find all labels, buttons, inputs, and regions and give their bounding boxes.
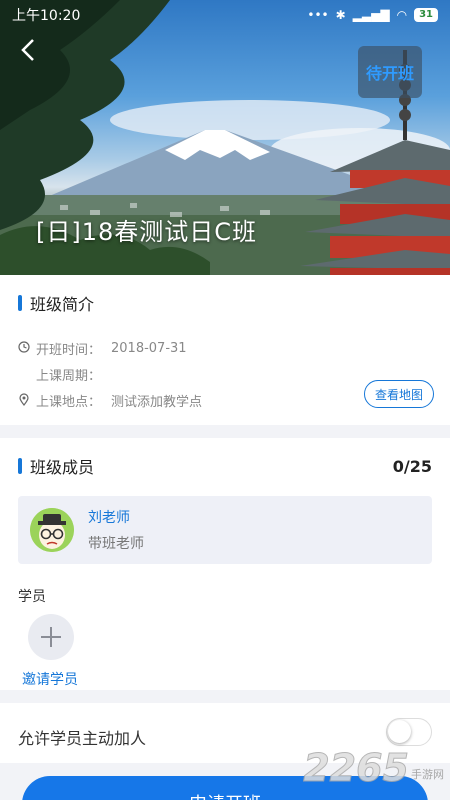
status-icons: ••• ✱ ▂▃▅▇ ◠ 31 [307, 8, 438, 22]
class-cycle-label: 上课周期： [36, 369, 102, 384]
watermark-text: 手游网 [411, 768, 444, 781]
location-label: 上课地点： [36, 395, 102, 410]
battery-icon: 31 [414, 8, 438, 22]
intro-header: 班级简介 [0, 275, 450, 331]
status-time: 上午10:20 [12, 8, 81, 24]
wifi-icon: ◠ [396, 8, 408, 22]
class-cycle-row: 上课周期： [18, 365, 111, 384]
teacher-card[interactable]: 刘老师 带班老师 [18, 496, 432, 564]
teacher-role: 带班老师 [88, 536, 144, 552]
students-label: 学员 [18, 589, 46, 605]
view-map-button[interactable]: 查看地图 [364, 380, 434, 408]
teacher-avatar [30, 508, 74, 552]
signal-icon: ▂▃▅▇ [352, 8, 390, 22]
allow-join-toggle[interactable] [386, 718, 432, 746]
chevron-left-icon [21, 39, 34, 61]
intro-title: 班级简介 [30, 295, 95, 314]
invite-student-label[interactable]: 邀请学员 [22, 669, 78, 689]
members-count: 0/25 [392, 456, 432, 476]
class-members-section: 班级成员 0/25 刘老师 带班老师 学员 邀请学员 [0, 438, 450, 690]
start-time-label: 开班时间： [36, 343, 102, 358]
back-button[interactable] [20, 38, 48, 66]
bluetooth-icon: ✱ [335, 8, 346, 22]
site-watermark-logo: 2265 手游网 [303, 746, 444, 791]
plus-icon [41, 627, 61, 647]
section-marker [18, 295, 22, 311]
members-title: 班级成员 [30, 458, 95, 477]
class-title: [日]18春测试日C班 [36, 218, 258, 246]
class-intro-section: 班级简介 开班时间： 2018-07-31 上课周期： 上课地点： 测试添加教学… [0, 275, 450, 425]
watermark-number: 2265 [303, 746, 410, 791]
notification-dots-icon: ••• [307, 8, 329, 22]
start-time-row: 开班时间： 2018-07-31 [18, 339, 187, 358]
members-header: 班级成员 0/25 [0, 438, 450, 494]
class-cover: 上午10:20 ••• ✱ ▂▃▅▇ ◠ 31 待开班 [日]18春测试日C班 [0, 0, 450, 275]
status-bar: 上午10:20 ••• ✱ ▂▃▅▇ ◠ 31 [0, 0, 450, 30]
toggle-knob [388, 720, 411, 743]
invite-student-button[interactable] [28, 614, 74, 660]
class-status-badge: 待开班 [358, 46, 422, 98]
section-marker [18, 458, 22, 474]
location-value: 测试添加教学点 [111, 395, 203, 410]
teacher-name: 刘老师 [88, 510, 130, 526]
location-pin-icon [18, 392, 30, 409]
start-time-value: 2018-07-31 [111, 341, 187, 356]
clock-icon [18, 341, 30, 356]
allow-join-label: 允许学员主动加人 [18, 729, 147, 748]
location-row: 上课地点： 测试添加教学点 [18, 391, 202, 410]
